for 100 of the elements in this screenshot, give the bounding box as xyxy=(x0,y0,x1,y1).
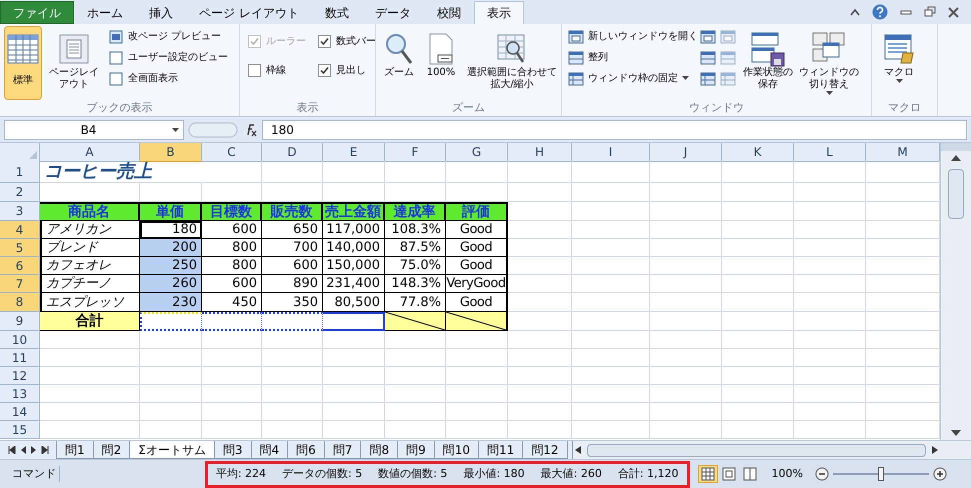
status-stat: 合計: 1,120 xyxy=(618,466,679,482)
header-cell: 評価 xyxy=(446,202,508,221)
column-header[interactable]: K xyxy=(722,143,794,162)
view-button[interactable] xyxy=(698,465,718,483)
row-header[interactable]: 6 xyxy=(0,257,40,275)
table-cell: 800 xyxy=(202,257,262,275)
ribbon-button[interactable]: 作業状態の保存 xyxy=(740,26,796,100)
row-header[interactable]: 9 xyxy=(0,312,40,331)
group-label: マクロ xyxy=(887,100,922,115)
row-header[interactable]: 4 xyxy=(0,221,40,239)
sheet-tab[interactable]: 問12 xyxy=(522,441,568,459)
header-cell: 目標数 xyxy=(202,202,262,221)
column-header[interactable]: H xyxy=(508,143,572,162)
ribbon-button[interactable]: 全画面表示 xyxy=(106,68,230,89)
sheet-tab[interactable]: 問10 xyxy=(434,441,479,459)
name-box[interactable]: B4 xyxy=(4,120,184,140)
next-last-icon xyxy=(41,446,49,454)
table-cell: カフェオレ xyxy=(40,257,140,275)
ribbon-button[interactable]: 選択範囲に合わせて拡大/縮小 xyxy=(464,26,560,100)
sheet-tab[interactable]: 問2 xyxy=(92,441,130,459)
ribbon-tab[interactable]: ページ レイアウト xyxy=(186,1,312,24)
ribbon-button[interactable]: ウィンドウの切り替え xyxy=(796,26,862,100)
ribbon-tab[interactable]: 校閲 xyxy=(424,1,474,24)
ribbon-tab[interactable]: 表示 xyxy=(474,1,524,24)
row-header[interactable]: 5 xyxy=(0,239,40,257)
grid-cell xyxy=(385,367,446,385)
sheet-tab[interactable]: 問3 xyxy=(214,441,252,459)
column-header[interactable]: L xyxy=(794,143,866,162)
ribbon-tab[interactable]: ホーム xyxy=(74,1,136,24)
grid-cell xyxy=(262,331,323,349)
checkbox-option[interactable]: 枠線 xyxy=(248,63,306,78)
column-header[interactable]: E xyxy=(323,143,385,162)
checkbox[interactable] xyxy=(318,64,331,77)
row-header[interactable]: 1 xyxy=(0,161,40,183)
sheet-tab[interactable]: 問8 xyxy=(360,441,398,459)
grid-cell xyxy=(140,349,202,367)
row-header[interactable]: 8 xyxy=(0,293,40,312)
column-header[interactable]: F xyxy=(385,143,446,162)
table-cell: Good xyxy=(446,293,508,312)
checkbox-option[interactable]: 見出し xyxy=(318,63,375,78)
grid-cell xyxy=(508,349,572,367)
column-header[interactable]: B xyxy=(140,143,202,162)
ribbon-tab[interactable]: ファイル xyxy=(0,1,74,24)
ribbon-button[interactable]: 改ページ プレビュー xyxy=(106,26,230,47)
row-header[interactable]: 11 xyxy=(0,349,40,367)
checkbox[interactable] xyxy=(318,35,331,48)
checkbox[interactable] xyxy=(248,64,261,77)
ribbon-button[interactable]: マクロ xyxy=(880,26,918,100)
column-header[interactable]: C xyxy=(202,143,262,162)
ribbon-button[interactable]: 100% xyxy=(422,26,460,100)
grid-cell xyxy=(323,403,385,421)
row-header[interactable]: 3 xyxy=(0,202,40,221)
zoom-slider-thumb[interactable] xyxy=(878,467,884,481)
column-header[interactable]: I xyxy=(572,143,650,162)
ribbon-button[interactable]: ユーザー設定のビュー xyxy=(106,47,230,68)
column-header[interactable]: M xyxy=(866,143,940,162)
ribbon-button[interactable]: 新しいウィンドウを開く xyxy=(566,26,700,47)
scroll-thumb[interactable] xyxy=(948,169,964,219)
ribbon-tab[interactable]: 数式 xyxy=(312,1,362,24)
sheet-tab[interactable]: 問1 xyxy=(56,441,94,459)
column-header[interactable]: G xyxy=(446,143,508,162)
checkbox-option[interactable]: 数式バー xyxy=(318,34,375,49)
ribbon-tab[interactable]: データ xyxy=(362,1,424,24)
ribbon-button[interactable]: ウィンドウ枠の固定 xyxy=(566,68,700,89)
formula-field[interactable]: 180 xyxy=(262,120,967,140)
sheet-tab[interactable]: Σオートサム xyxy=(129,441,215,459)
grid-cell xyxy=(262,403,323,421)
ribbon-button[interactable]: 標準 xyxy=(4,26,42,100)
column-header[interactable]: A xyxy=(40,143,140,162)
grid-cell xyxy=(323,161,385,183)
window-icon xyxy=(720,50,736,66)
grid-cell xyxy=(140,421,202,439)
ribbon-tab[interactable]: 挿入 xyxy=(136,1,186,24)
row-header[interactable]: 14 xyxy=(0,403,40,421)
column-header[interactable]: D xyxy=(262,143,323,162)
grid-cell xyxy=(722,403,794,421)
table-cell: VeryGood xyxy=(446,275,508,293)
row-header[interactable]: 10 xyxy=(0,331,40,349)
sheet-tab[interactable]: 問7 xyxy=(324,441,362,459)
ribbon-button[interactable]: 整列 xyxy=(566,47,700,68)
column-header[interactable]: J xyxy=(650,143,722,162)
row-header[interactable]: 15 xyxy=(0,421,40,439)
ribbon-button[interactable]: ズーム xyxy=(380,26,418,100)
row-header[interactable]: 12 xyxy=(0,367,40,385)
sheet-tab[interactable]: 問6 xyxy=(287,441,325,459)
ribbon-button[interactable]: ページレイアウト xyxy=(46,26,102,100)
row-header[interactable]: 13 xyxy=(0,385,40,403)
row-header[interactable]: 7 xyxy=(0,275,40,293)
zoom-level[interactable]: 100% xyxy=(760,466,815,482)
grid-cell xyxy=(650,421,722,439)
grid-cell xyxy=(446,421,508,439)
sheet-tab[interactable]: 問4 xyxy=(250,441,288,459)
zoom-in-icon xyxy=(933,467,947,481)
sheet-tab[interactable]: 問11 xyxy=(478,441,524,459)
row-header[interactable]: 2 xyxy=(0,183,40,202)
mode-label: コマンド xyxy=(0,466,60,482)
sheet-tab[interactable]: 問9 xyxy=(397,441,435,459)
magnifier-icon xyxy=(384,33,414,65)
status-stat: 最大値: 260 xyxy=(540,466,602,482)
horizontal-scroll-thumb[interactable] xyxy=(586,444,926,456)
